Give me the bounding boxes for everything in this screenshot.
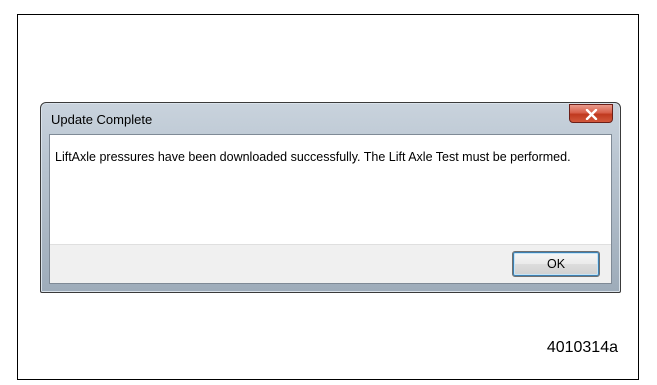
- close-button[interactable]: [569, 104, 613, 123]
- figure-id: 4010314a: [546, 339, 618, 356]
- ok-button[interactable]: OK: [512, 251, 600, 277]
- dialog-titlebar[interactable]: Update Complete: [41, 103, 620, 134]
- dialog-title: Update Complete: [51, 112, 153, 127]
- figure-frame: Update Complete OK LiftAxle pressures ha…: [17, 14, 639, 380]
- button-strip: OK: [50, 244, 611, 283]
- close-icon: [585, 109, 598, 120]
- update-complete-dialog: Update Complete OK LiftAxle pressures ha…: [40, 102, 621, 293]
- dialog-message: LiftAxle pressures have been downloaded …: [55, 150, 571, 164]
